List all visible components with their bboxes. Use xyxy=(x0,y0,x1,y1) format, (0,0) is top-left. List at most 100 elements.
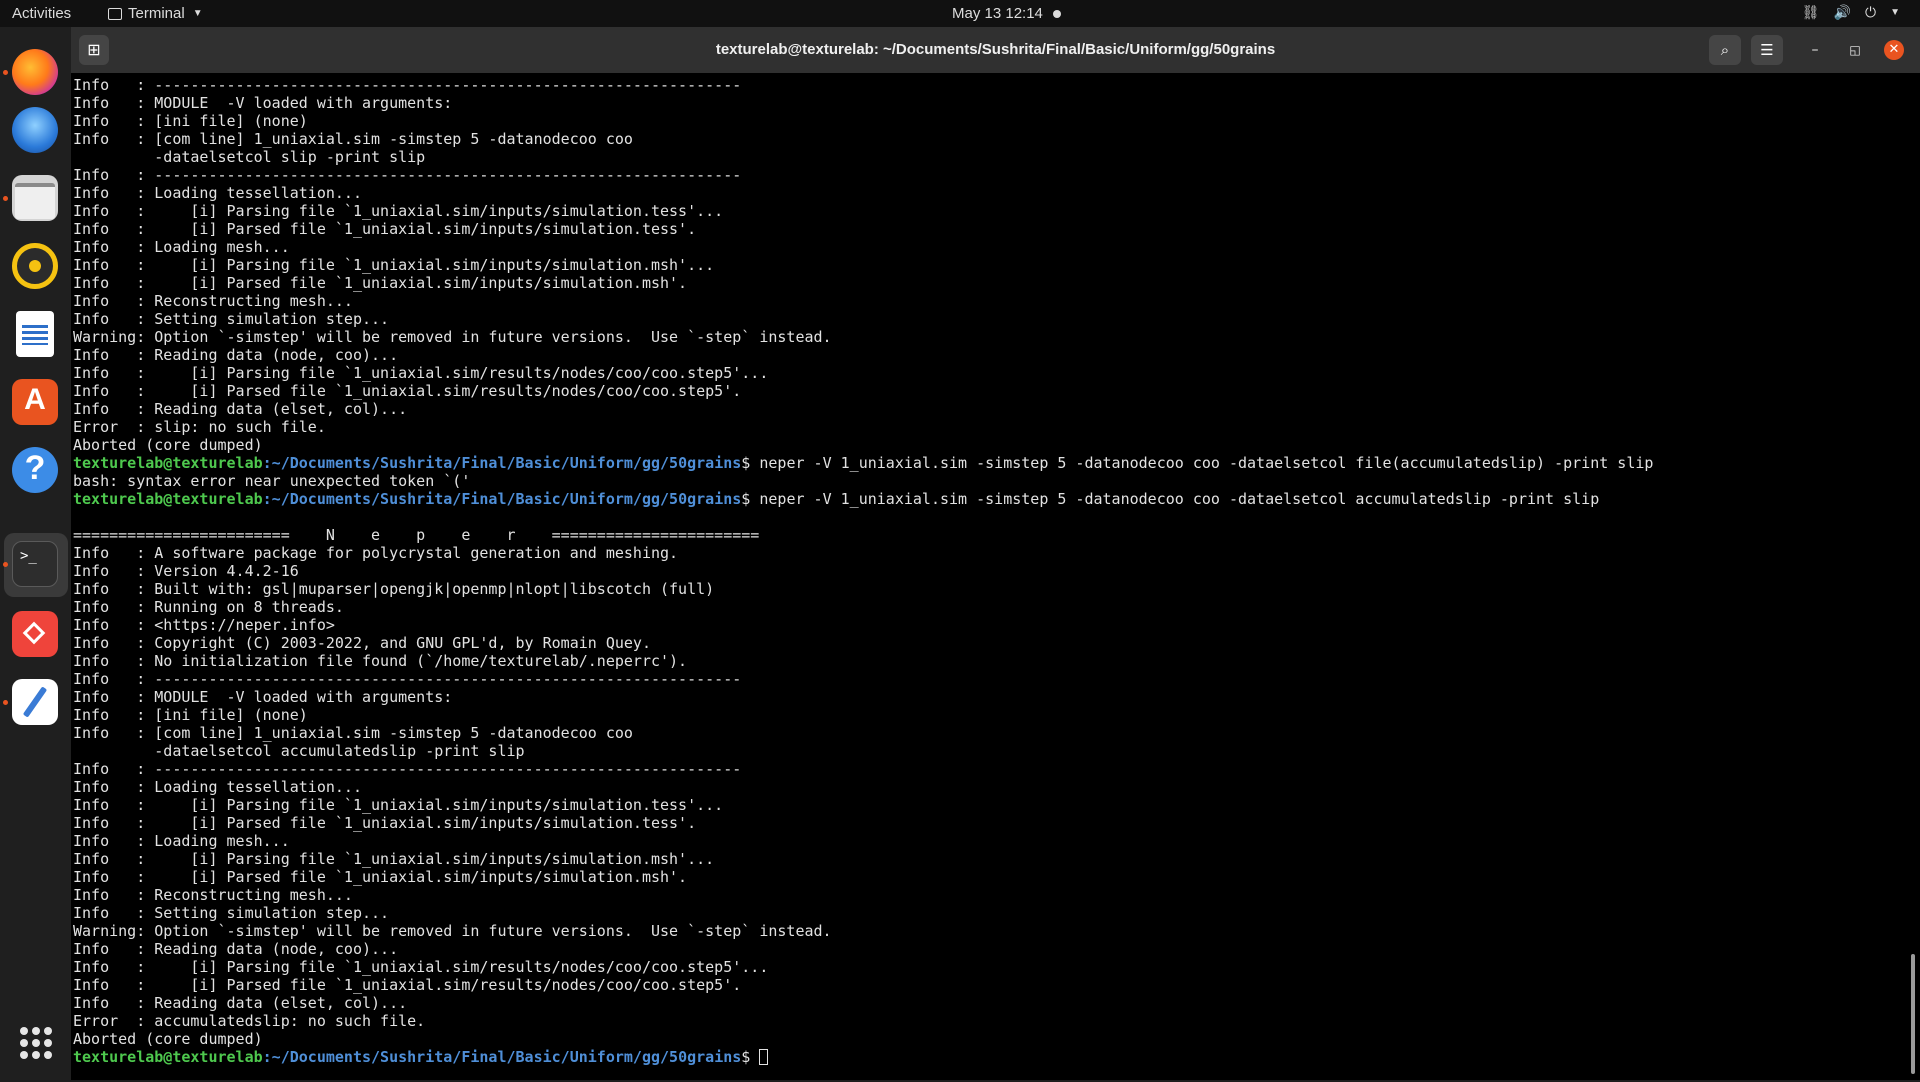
terminal-prompt-line: texturelab@texturelab:~/Documents/Sushri… xyxy=(73,490,1908,508)
running-indicator xyxy=(3,562,8,567)
top-bar: Activities Terminal ▼ May 13 12:14 ⛓ 🔊 ⏻… xyxy=(0,0,1920,27)
output-text: Aborted (core dumped) xyxy=(73,436,263,454)
output-text: Info : Loading tessellation... xyxy=(73,184,362,202)
new-tab-button[interactable]: ⊞ xyxy=(79,35,109,65)
output-text: -dataelsetcol accumulatedslip -print sli… xyxy=(73,742,525,760)
activities-button[interactable]: Activities xyxy=(12,5,71,22)
text-editor-icon[interactable] xyxy=(12,679,58,725)
terminal-line: Info : Loading tessellation... xyxy=(73,778,1908,796)
thunderbird-icon[interactable] xyxy=(12,107,58,153)
terminal-line: Info : Loading mesh... xyxy=(73,832,1908,850)
output-text: Info : Reading data (node, coo)... xyxy=(73,940,399,958)
power-icon[interactable]: ⏻ xyxy=(1865,4,1876,21)
files-icon[interactable] xyxy=(12,175,58,221)
output-text: Info : [i] Parsing file `1_uniaxial.sim/… xyxy=(73,958,769,976)
terminal-line: Info : Version 4.4.2-16 xyxy=(73,562,1908,580)
running-indicator xyxy=(3,196,8,201)
app-menu-label: Terminal xyxy=(128,5,185,22)
terminal-line: Info : [i] Parsing file `1_uniaxial.sim/… xyxy=(73,958,1908,976)
app-center-icon[interactable] xyxy=(12,379,58,425)
terminal-prompt-line: texturelab@texturelab:~/Documents/Sushri… xyxy=(73,454,1908,472)
terminal-line: Info : Running on 8 threads. xyxy=(73,598,1908,616)
terminal-output[interactable]: Info : ---------------------------------… xyxy=(73,74,1908,1082)
output-text: Info : Reconstructing mesh... xyxy=(73,886,353,904)
command-text: neper -V 1_uniaxial.sim -simstep 5 -data… xyxy=(759,490,1600,508)
output-text: Aborted (core dumped) xyxy=(73,1030,263,1048)
menu-button[interactable]: ☰ xyxy=(1751,35,1783,65)
minimize-button[interactable]: – xyxy=(1806,41,1824,59)
output-text: Info : [com line] 1_uniaxial.sim -simste… xyxy=(73,130,633,148)
terminal-line: Info : Reconstructing mesh... xyxy=(73,292,1908,310)
terminal-line: Info : ---------------------------------… xyxy=(73,76,1908,94)
output-text: Info : [ini file] (none) xyxy=(73,706,308,724)
close-icon: ✕ xyxy=(1888,42,1900,57)
terminal-line: Info : Reconstructing mesh... xyxy=(73,886,1908,904)
firefox-icon[interactable] xyxy=(12,49,58,95)
command-text: neper -V 1_uniaxial.sim -simstep 5 -data… xyxy=(759,454,1654,472)
terminal-line: Info : Setting simulation step... xyxy=(73,310,1908,328)
output-text: Info : MODULE -V loaded with arguments: xyxy=(73,94,453,112)
output-text: Info : [i] Parsing file `1_uniaxial.sim/… xyxy=(73,364,769,382)
rhythmbox-icon[interactable] xyxy=(12,243,58,289)
show-apps-grid-icon[interactable] xyxy=(20,1027,52,1059)
output-text: bash: syntax error near unexpected token… xyxy=(73,472,471,490)
output-text: Info : Running on 8 threads. xyxy=(73,598,344,616)
output-text: Info : [i] Parsed file `1_uniaxial.sim/r… xyxy=(73,976,742,994)
maximize-button[interactable]: ◱ xyxy=(1846,41,1864,59)
output-text: Info : Reading data (elset, col)... xyxy=(73,400,408,418)
terminal-line: Info : ---------------------------------… xyxy=(73,166,1908,184)
maximize-icon: ◱ xyxy=(1849,43,1861,57)
system-tray[interactable]: ⛓ 🔊 ⏻ ▼ xyxy=(1802,4,1900,21)
output-text: Warning: Option `-simstep' will be remov… xyxy=(73,328,832,346)
window-header-bar[interactable]: texturelab@texturelab: ~/Documents/Sushr… xyxy=(71,27,1920,73)
volume-icon[interactable]: 🔊 xyxy=(1834,4,1851,21)
output-text: Info : Version 4.4.2-16 xyxy=(73,562,299,580)
chevron-down-icon: ▼ xyxy=(192,8,203,19)
terminal-line: Error : accumulatedslip: no such file. xyxy=(73,1012,1908,1030)
output-text: Info : A software package for polycrysta… xyxy=(73,544,679,562)
terminal-icon[interactable] xyxy=(12,541,58,587)
output-text: Info : [i] Parsing file `1_uniaxial.sim/… xyxy=(73,796,724,814)
terminal-line: Info : [i] Parsed file `1_uniaxial.sim/i… xyxy=(73,814,1908,832)
text-cursor[interactable] xyxy=(759,1049,769,1065)
output-text: Info : [ini file] (none) xyxy=(73,112,308,130)
terminal-line: Info : [i] Parsed file `1_uniaxial.sim/r… xyxy=(73,976,1908,994)
output-text: -dataelsetcol slip -print slip xyxy=(73,148,426,166)
output-text: Info : ---------------------------------… xyxy=(73,166,742,184)
clock[interactable]: May 13 12:14 xyxy=(952,5,1061,22)
terminal-line: Info : [i] Parsed file `1_uniaxial.sim/i… xyxy=(73,274,1908,292)
close-button[interactable]: ✕ xyxy=(1884,40,1904,60)
terminal-line: ======================== N e p e r =====… xyxy=(73,526,1908,544)
prompt-user-host: texturelab@texturelab xyxy=(73,454,263,472)
output-text: Info : Loading mesh... xyxy=(73,832,290,850)
terminal-line: Error : slip: no such file. xyxy=(73,418,1908,436)
terminal-line: Info : MODULE -V loaded with arguments: xyxy=(73,94,1908,112)
output-text: Info : Setting simulation step... xyxy=(73,904,390,922)
prompt-path: :~/Documents/Sushrita/Final/Basic/Unifor… xyxy=(262,454,742,472)
search-button[interactable]: ⌕ xyxy=(1709,35,1741,65)
prompt-symbol: $ xyxy=(741,490,760,508)
terminal-line: Info : MODULE -V loaded with arguments: xyxy=(73,688,1908,706)
clock-label: May 13 12:14 xyxy=(952,5,1043,22)
terminal-line: -dataelsetcol accumulatedslip -print sli… xyxy=(73,742,1908,760)
output-text: Info : [i] Parsing file `1_uniaxial.sim/… xyxy=(73,850,715,868)
output-text: Info : [com line] 1_uniaxial.sim -simste… xyxy=(73,724,633,742)
help-icon[interactable] xyxy=(12,447,58,493)
anydesk-icon[interactable] xyxy=(12,611,58,657)
running-indicator xyxy=(3,70,8,75)
terminal-line: -dataelsetcol slip -print slip xyxy=(73,148,1908,166)
app-menu[interactable]: Terminal ▼ xyxy=(108,5,203,22)
libreoffice-writer-icon[interactable] xyxy=(16,311,54,357)
terminal-line: Info : ---------------------------------… xyxy=(73,670,1908,688)
terminal-line: Warning: Option `-simstep' will be remov… xyxy=(73,922,1908,940)
network-icon[interactable]: ⛓ xyxy=(1802,4,1820,21)
tray-chevron-down-icon[interactable]: ▼ xyxy=(1890,7,1900,18)
terminal-line: Warning: Option `-simstep' will be remov… xyxy=(73,328,1908,346)
terminal-line: Info : A software package for polycrysta… xyxy=(73,544,1908,562)
terminal-line: Info : Reading data (node, coo)... xyxy=(73,940,1908,958)
scrollbar[interactable] xyxy=(1911,954,1915,1074)
output-text: Info : [i] Parsed file `1_uniaxial.sim/i… xyxy=(73,274,688,292)
terminal-line: Info : [i] Parsing file `1_uniaxial.sim/… xyxy=(73,202,1908,220)
terminal-window: texturelab@texturelab: ~/Documents/Sushr… xyxy=(71,27,1920,1080)
